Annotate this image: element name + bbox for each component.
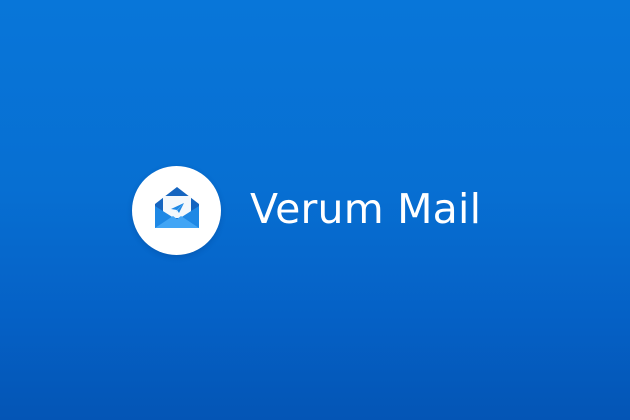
splash-screen: Verum Mail xyxy=(0,0,630,420)
envelope-with-letter-icon xyxy=(155,187,199,228)
app-name: Verum Mail xyxy=(250,185,482,233)
app-logo xyxy=(132,166,221,255)
